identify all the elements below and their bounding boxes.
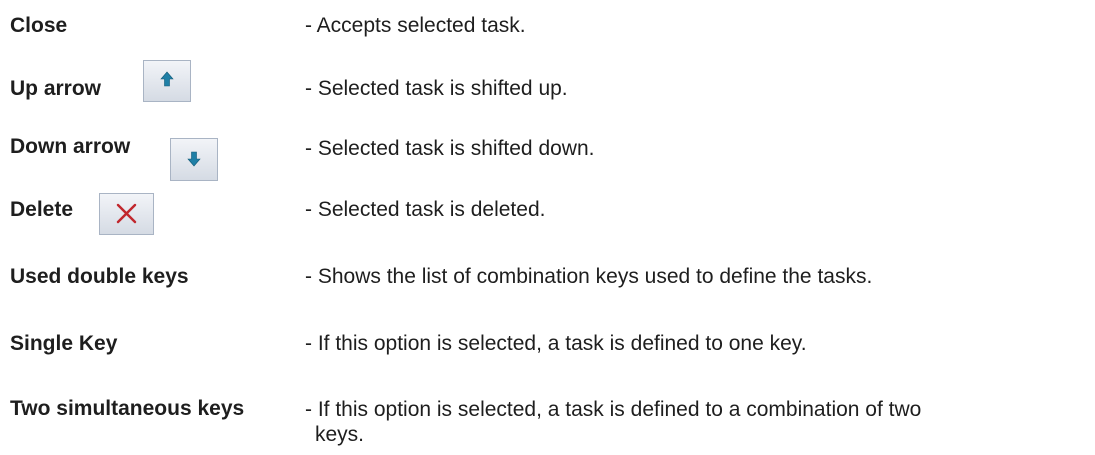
term-down-arrow: Down arrow bbox=[10, 135, 131, 158]
up-arrow-button bbox=[143, 60, 191, 102]
term-up-arrow: Up arrow bbox=[10, 77, 102, 100]
term-delete: Delete bbox=[10, 198, 74, 221]
term-two-simultaneous-keys: Two simultaneous keys bbox=[10, 397, 245, 420]
down-arrow-icon bbox=[187, 151, 201, 167]
down-arrow-button bbox=[170, 138, 218, 181]
term-used-double-keys: Used double keys bbox=[10, 265, 189, 288]
desc-two-simultaneous-keys: - If this option is selected, a task is … bbox=[305, 397, 1085, 447]
delete-button bbox=[99, 193, 154, 235]
desc-used-double-keys: - Shows the list of combination keys use… bbox=[305, 265, 873, 288]
delete-x-icon bbox=[116, 203, 137, 224]
desc-down-arrow: - Selected task is shifted down. bbox=[305, 137, 595, 160]
desc-delete: - Selected task is deleted. bbox=[305, 198, 546, 221]
up-arrow-icon bbox=[160, 71, 174, 87]
desc-two-simultaneous-keys-line2: keys. bbox=[315, 423, 365, 446]
term-close: Close bbox=[10, 14, 68, 37]
term-single-key: Single Key bbox=[10, 332, 118, 355]
desc-up-arrow: - Selected task is shifted up. bbox=[305, 77, 568, 100]
desc-two-simultaneous-keys-line1: - If this option is selected, a task is … bbox=[305, 398, 922, 421]
desc-close: - Accepts selected task. bbox=[305, 14, 526, 37]
desc-single-key: - If this option is selected, a task is … bbox=[305, 332, 807, 355]
